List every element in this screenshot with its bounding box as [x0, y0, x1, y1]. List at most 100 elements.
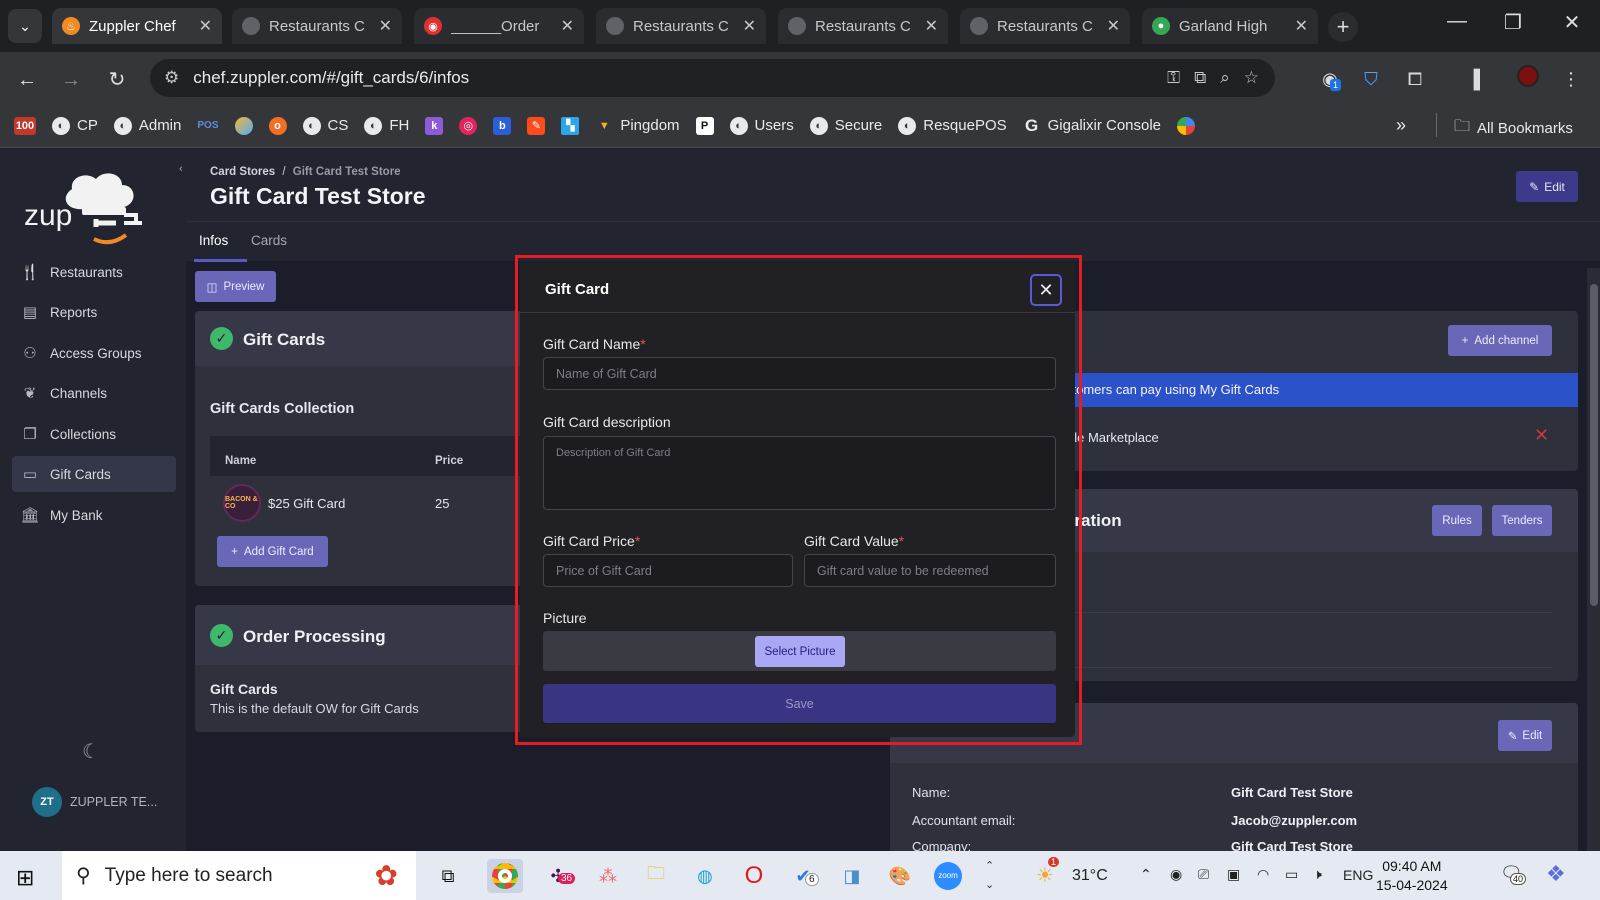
edit-info-button[interactable]: ✎ Edit [1498, 720, 1552, 751]
remove-icon[interactable]: ✕ [1534, 425, 1549, 446]
bookmark-cp[interactable]: ◐ CP [52, 116, 98, 135]
tenders-button[interactable]: Tenders [1492, 505, 1552, 536]
shield-icon[interactable]: ⛉ [1357, 65, 1385, 93]
user-menu[interactable]: ZT ZUPPLER TE... [32, 787, 157, 817]
bookmark-users[interactable]: ◐ Users [729, 116, 794, 135]
chrome-icon[interactable] [487, 859, 523, 893]
opera-icon[interactable]: O [736, 859, 772, 893]
bookmark-app[interactable]: o [268, 116, 287, 135]
sidebar-item-access-groups[interactable]: ⚇ Access Groups [12, 335, 176, 371]
sidebar-item-my-bank[interactable]: 🏛 My Bank [12, 497, 176, 533]
notifications-icon[interactable]: 🗨 40 [1500, 863, 1527, 885]
taskbar-search[interactable]: ⚲ Type here to search ✿ [62, 851, 416, 900]
wifi-icon[interactable]: ◠ [1257, 866, 1269, 883]
side-panel-icon[interactable]: ▌ [1466, 65, 1494, 93]
bookmark-app[interactable]: P [695, 116, 714, 135]
bookmark-fh[interactable]: ◐ FH [364, 116, 409, 135]
more-bookmarks-icon[interactable]: » [1396, 115, 1406, 136]
bookmark-app[interactable]: k [425, 116, 444, 135]
bookmark-resquepos[interactable]: ◐ ResquePOS [898, 116, 1007, 135]
open-external-icon[interactable]: ⧉ [1194, 68, 1206, 88]
clock[interactable]: 09:40 AM 15-04-2024 [1376, 857, 1448, 895]
device-icon[interactable]: ▣ [1227, 866, 1240, 883]
breadcrumb-link[interactable]: Card Stores [210, 166, 275, 178]
bookmark-100[interactable]: 100 [14, 116, 36, 135]
bookmark-admin[interactable]: ◐ Admin [113, 116, 181, 135]
sidebar-item-gift-cards[interactable]: ▭ Gift Cards [12, 456, 176, 492]
minimize-button[interactable]: — [1437, 10, 1477, 33]
sidebar-item-restaurants[interactable]: 🍴 Restaurants [12, 254, 176, 290]
zoom-icon[interactable]: zoom [930, 859, 966, 893]
record-icon[interactable]: ◉ [1170, 866, 1182, 883]
new-tab-button[interactable]: + [1328, 12, 1358, 42]
more-menu-icon[interactable]: ⋮ [1557, 65, 1585, 93]
tab-cards[interactable]: Cards [251, 233, 287, 248]
bookmark-cs[interactable]: ◐ CS [302, 116, 348, 135]
tab-infos[interactable]: Infos [199, 233, 228, 248]
sidebar-item-reports[interactable]: ▤ Reports [12, 294, 176, 330]
edit-button[interactable]: ✎ Edit [1516, 171, 1578, 202]
bookmark-pingdom[interactable]: ▼ Pingdom [595, 117, 680, 135]
sidebar-item-channels[interactable]: ❦ Channels [12, 375, 176, 411]
tray-chevrons[interactable]: ⌃ ⌄ [985, 857, 994, 895]
close-icon[interactable]: ✕ [925, 16, 938, 36]
sidebar-item-collections[interactable]: ❐ Collections [12, 416, 176, 452]
all-bookmarks[interactable]: 🗀 All Bookmarks [1454, 115, 1573, 142]
task-view-icon[interactable]: ⧉ [430, 859, 466, 893]
restore-button[interactable]: ❐ [1493, 10, 1533, 35]
language-indicator[interactable]: ENG [1343, 867, 1373, 883]
volume-icon[interactable]: 🕨 [1313, 866, 1322, 883]
bookmark-app[interactable] [234, 116, 253, 135]
bookmark-gigalixir[interactable]: G Gigalixir Console [1023, 116, 1161, 135]
forward-button[interactable]: → [57, 66, 85, 94]
bookmark-app[interactable]: ◎ [459, 116, 478, 135]
close-icon[interactable]: ✕ [199, 16, 212, 36]
bookmark-app[interactable]: ✎ [527, 116, 546, 135]
address-bar[interactable]: ⚙ chef.zuppler.com/#/gift_cards/6/infos … [150, 59, 1275, 97]
asana-icon[interactable]: ⁂ [590, 859, 626, 893]
paint-icon[interactable]: 🎨 [882, 859, 918, 893]
browser-tab[interactable]: Restaurants C ✕ [960, 8, 1130, 44]
tab-search-button[interactable]: ⌄ [8, 9, 42, 43]
site-settings-icon[interactable]: ⚙ [164, 68, 179, 88]
close-icon[interactable]: ✕ [1107, 16, 1120, 36]
moon-icon[interactable]: ☾ [82, 739, 100, 764]
browser-tab[interactable]: ◉ ______Order ✕ [414, 8, 584, 44]
close-icon[interactable]: ✕ [1295, 16, 1308, 36]
back-button[interactable]: ← [13, 66, 41, 94]
battery-icon[interactable]: ▭ [1285, 866, 1298, 883]
preview-button[interactable]: ◫ Preview [195, 271, 276, 302]
key-icon[interactable]: ⚿ [1167, 68, 1180, 88]
copilot-icon[interactable]: ❖ [1546, 861, 1566, 887]
file-explorer-icon[interactable]: 🗀 [638, 859, 674, 893]
add-channel-button[interactable]: + Add channel [1448, 325, 1552, 356]
extension-icon[interactable]: ◉1 [1316, 65, 1344, 93]
windows-start-icon[interactable]: ⊞ [16, 865, 34, 891]
add-gift-card-button[interactable]: + Add Gift Card [217, 536, 328, 567]
bookmark-app[interactable]: b [493, 116, 512, 135]
browser-tab[interactable]: ● Garland High ✕ [1142, 8, 1318, 44]
browser-tab[interactable]: Restaurants C ✕ [232, 8, 402, 44]
meet-now-icon[interactable]: ⎚ [1198, 866, 1209, 883]
app-icon[interactable]: ◨ [834, 859, 870, 893]
slack-icon[interactable]: ✣36 [540, 859, 576, 893]
star-icon[interactable]: ☆ [1244, 68, 1259, 88]
browser-tab[interactable]: ♨ Zuppler Chef ✕ [52, 8, 222, 44]
rules-button[interactable]: Rules [1432, 505, 1482, 536]
profile-avatar[interactable] [1514, 65, 1542, 93]
zoom-icon[interactable]: ⌕ [1220, 68, 1230, 88]
table-row[interactable]: BACON & CO $25 Gift Card 25 [210, 477, 535, 529]
todo-icon[interactable]: ✔ 6 [785, 859, 821, 893]
puzzle-icon[interactable]: ⧠ [1401, 65, 1429, 93]
bookmark-secure[interactable]: ◐ Secure [809, 116, 882, 135]
bookmark-pos[interactable]: POS [197, 120, 218, 131]
browser-tab[interactable]: Restaurants C ✕ [596, 8, 766, 44]
show-hidden-icons[interactable]: ⌃ [1140, 866, 1152, 883]
close-window-button[interactable]: ✕ [1552, 10, 1592, 35]
weather-icon[interactable]: ☀ 1 [1036, 857, 1060, 888]
browser-tab[interactable]: Restaurants C ✕ [778, 8, 948, 44]
close-icon[interactable]: ✕ [743, 16, 756, 36]
bookmark-app[interactable]: ▚ [561, 116, 580, 135]
collapse-icon[interactable]: ‹ [179, 163, 183, 175]
bookmark-app[interactable] [1177, 116, 1196, 135]
